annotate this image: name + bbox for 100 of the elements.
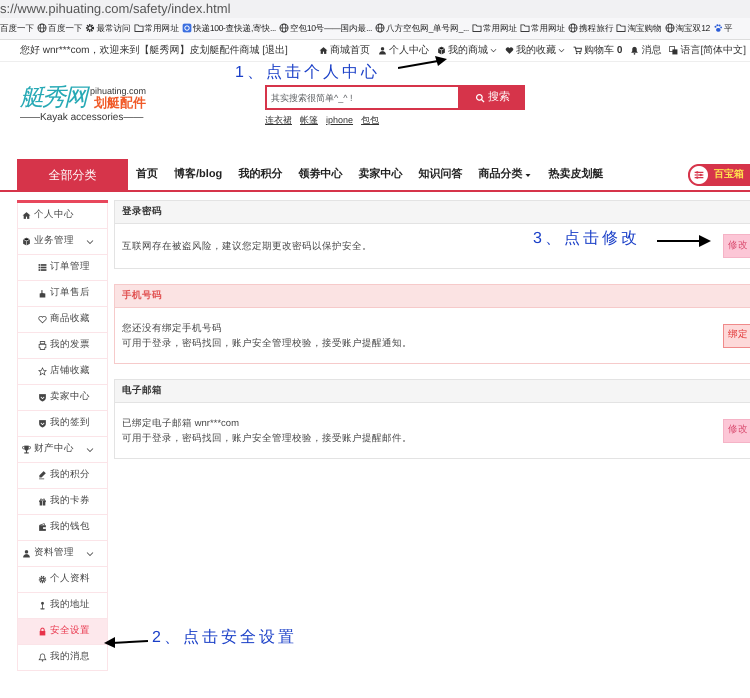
globe-icon (568, 23, 578, 34)
paw-icon (712, 23, 723, 34)
all-categories-button[interactable]: 全部分类 (17, 159, 128, 190)
nav-link[interactable]: 首页 (136, 166, 158, 183)
top-link[interactable]: 消息 (630, 43, 662, 58)
annotation-text: 1、点击个人中心 (235, 65, 380, 81)
trophy-icon (22, 445, 31, 454)
top-link[interactable]: 我的收藏 (505, 43, 566, 58)
nav-link[interactable]: 博客/blog (174, 166, 222, 183)
search-icon (475, 92, 485, 102)
sidebar-subitem[interactable]: 我的消息 (17, 645, 108, 671)
bell-icon (38, 653, 47, 662)
sidebar-item[interactable]: 财产中心 (17, 437, 108, 463)
gear-icon (85, 23, 96, 34)
sidebar-item[interactable]: 个人中心 (17, 203, 108, 229)
hot-word-link[interactable]: 连衣裙 (265, 114, 292, 128)
bookmark-link[interactable]: 携程旅行 (568, 22, 614, 35)
panel-text: 互联网存在被盗风险，建议您定期更改密码以保护安全。 (122, 240, 372, 254)
lock-icon (38, 627, 47, 636)
panel-text: 您还没有绑定手机号码 (122, 322, 223, 336)
star-icon (38, 367, 47, 376)
shield-icon (38, 393, 47, 402)
sidebar-subitem[interactable]: 我的签到 (17, 411, 108, 437)
wallet-icon (38, 523, 47, 532)
bookmark-link[interactable]: 八方空包网_单号网_... (374, 22, 469, 35)
search-field[interactable]: 其实搜索很简单^_^ ! (265, 85, 460, 110)
sidebar-subitem[interactable]: 卖家中心 (17, 385, 108, 411)
panel-text: 可用于登录，密码找回，账户安全管理校验，接受账户提醒通知。 (122, 336, 412, 350)
squares-icon (669, 46, 678, 55)
bookmark-link[interactable]: 淘宝双12 (664, 22, 710, 35)
heart-icon (505, 46, 514, 55)
sidebar-item[interactable]: 业务管理 (17, 229, 108, 255)
chevron-down-icon (490, 47, 498, 54)
home-icon (319, 46, 328, 55)
top-link[interactable]: 语言[简体中文] (669, 43, 746, 58)
sidebar-subitem[interactable]: 订单售后 (17, 281, 108, 307)
nav-link[interactable]: 商品分类 (478, 166, 532, 183)
sidebar-subitem[interactable]: 我的发票 (17, 333, 108, 359)
shield-icon (38, 419, 47, 428)
nav-link[interactable]: 我的积分 (238, 166, 282, 183)
sidebar-subitem[interactable]: 安全设置 (17, 619, 108, 645)
hot-word-link[interactable]: iphone (326, 114, 354, 128)
list-icon (38, 263, 47, 272)
sidebar-subitem[interactable]: 我的卡券 (17, 489, 108, 515)
globe-icon (374, 23, 385, 34)
panel-title: 手机号码 (122, 288, 162, 303)
pen-icon (38, 471, 47, 480)
heart-icon (38, 315, 47, 324)
sidebar-subitem[interactable]: 商品收藏 (17, 307, 108, 333)
gear-icon (38, 575, 47, 584)
sidebar-subitem[interactable]: 我的积分 (17, 463, 108, 489)
annotation-text: 3、点击修改 (533, 231, 640, 247)
user-icon (378, 46, 388, 55)
globe-icon (278, 23, 289, 34)
globe-icon (664, 23, 675, 34)
top-link[interactable]: 购物车 0 (573, 43, 622, 58)
bookmark-link[interactable]: 百度一下 (0, 22, 34, 35)
pin-icon (38, 601, 47, 610)
bookmark-link[interactable]: 常用网址 (520, 22, 566, 35)
panel-title: 电子邮箱 (122, 384, 162, 398)
folder-icon (134, 23, 144, 34)
sidebar-subitem[interactable]: 店铺收藏 (17, 359, 108, 385)
nav-link[interactable]: 知识问答 (418, 166, 462, 183)
chevron-down-icon (86, 238, 94, 246)
chevron-down-icon (86, 446, 94, 454)
app-icon (182, 23, 192, 34)
annotation-text: 2、点击安全设置 (152, 630, 297, 646)
panel-text: 可用于登录，密码找回，账户安全管理校验，接受账户提醒邮件。 (122, 432, 412, 446)
cube-icon (22, 237, 31, 246)
sidebar-subitem[interactable]: 我的钱包 (17, 515, 108, 541)
nav-link[interactable]: 热卖皮划艇 (548, 166, 604, 183)
sidebar-item[interactable]: 资料管理 (17, 541, 108, 567)
nav-link[interactable]: 领劵中心 (298, 166, 342, 183)
bookmark-link[interactable]: 平 (712, 22, 732, 35)
bell-icon (630, 46, 640, 55)
pointer-arrow (398, 56, 448, 70)
top-link[interactable]: 我的商城 (437, 43, 498, 58)
pointer-arrow (657, 235, 711, 247)
toolbox-button[interactable]: 百宝箱 (688, 164, 750, 186)
home-icon (22, 211, 31, 220)
bookmark-link[interactable]: 最常访问 (85, 22, 131, 35)
top-link[interactable]: 个人中心 (378, 43, 430, 58)
bookmark-link[interactable]: 常用网址 (134, 22, 179, 35)
top-link[interactable]: 商城首页 (319, 43, 370, 58)
sidebar-subitem[interactable]: 订单管理 (17, 255, 108, 281)
bookmark-link[interactable]: 常用网址 (472, 22, 517, 35)
user-icon (22, 549, 31, 558)
bookmark-link[interactable]: 空包10号——国内最... (278, 22, 372, 35)
search-button[interactable]: 搜索 (460, 85, 525, 110)
bookmark-link[interactable]: 快递100-查快递,寄快... (182, 22, 276, 35)
chevron-down-icon (86, 550, 94, 558)
sidebar-subitem[interactable]: 个人资料 (17, 567, 108, 593)
nav-link[interactable]: 卖家中心 (358, 166, 402, 183)
pointer-arrow (104, 636, 148, 648)
hot-word-link[interactable]: 包包 (361, 114, 380, 128)
gift-icon (38, 497, 47, 506)
bookmark-link[interactable]: 百度一下 (37, 22, 82, 35)
bookmark-link[interactable]: 淘宝购物 (616, 22, 662, 35)
chevron-down-icon (558, 47, 566, 54)
hot-word-link[interactable]: 帐篷 (300, 114, 318, 128)
